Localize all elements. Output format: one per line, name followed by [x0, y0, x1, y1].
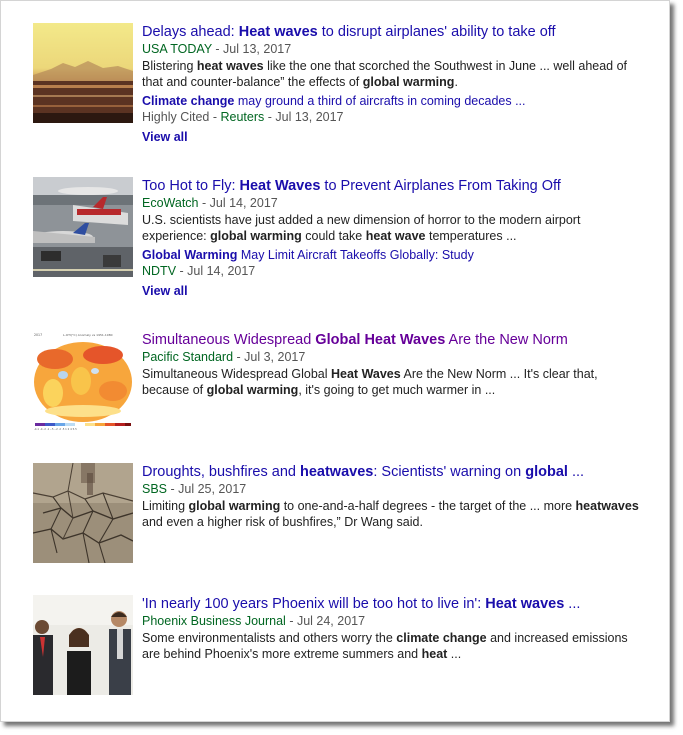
- related-article-link[interactable]: Climate change may ground a third of air…: [142, 93, 642, 109]
- text-run: May Limit Aircraft Takeoffs Globally: St…: [237, 248, 474, 262]
- text-run: to disrupt airplanes' ability to take of…: [317, 24, 556, 40]
- text-run: Limiting: [142, 499, 189, 513]
- related-date: - Jul 13, 2017: [264, 110, 344, 124]
- related-date: - Jul 14, 2017: [176, 264, 256, 278]
- text-run: ...: [447, 647, 462, 661]
- result-title-link[interactable]: Droughts, bushfires and heatwaves: Scien…: [142, 463, 642, 481]
- result-source: Phoenix Business Journal: [142, 614, 286, 628]
- people-group-photo-image[interactable]: [33, 595, 133, 695]
- highlighted-term: Heat Waves: [239, 178, 321, 194]
- news-result-body: Simultaneous Widespread Global Heat Wave…: [142, 331, 642, 398]
- news-result-body: Droughts, bushfires and heatwaves: Scien…: [142, 463, 642, 530]
- result-source: EcoWatch: [142, 196, 199, 210]
- related-article-meta: Highly Cited - Reuters - Jul 13, 2017: [142, 109, 642, 125]
- highlighted-term: heat waves: [196, 59, 264, 73]
- view-all-link[interactable]: View all: [142, 129, 188, 145]
- text-run: Too Hot to Fly:: [142, 178, 240, 194]
- result-date: - Jul 13, 2017: [211, 42, 292, 56]
- text-run: Are the New Norm: [445, 332, 568, 348]
- view-all-link[interactable]: View all: [142, 283, 188, 299]
- highlighted-term: Heat Waves: [331, 367, 401, 381]
- related-source: NDTV: [142, 264, 177, 278]
- result-title-link[interactable]: Delays ahead: Heat waves to disrupt airp…: [142, 23, 642, 41]
- news-results-panel: Delays ahead: Heat waves to disrupt airp…: [0, 0, 670, 722]
- highlighted-term: Global Warming: [142, 248, 238, 262]
- related-article-meta: NDTV - Jul 14, 2017: [142, 263, 642, 279]
- related-source: Reuters: [220, 110, 265, 124]
- result-title-link[interactable]: Too Hot to Fly: Heat Waves to Prevent Ai…: [142, 177, 642, 195]
- highlighted-term: climate change: [396, 631, 487, 645]
- highlighted-term: global warming: [206, 383, 299, 397]
- text-run: Simultaneous Widespread: [142, 332, 316, 348]
- text-run: ...: [567, 464, 585, 480]
- text-run: : Scientists' warning on: [373, 464, 526, 480]
- news-result-body: Delays ahead: Heat waves to disrupt airp…: [142, 23, 642, 146]
- highlighted-term: heatwaves: [299, 464, 374, 480]
- text-run: could take: [301, 229, 366, 243]
- result-date: - Jul 24, 2017: [285, 614, 366, 628]
- highlighted-term: heat wave: [365, 229, 426, 243]
- highlighted-term: global: [525, 464, 568, 480]
- news-result-body: 'In nearly 100 years Phoenix will be too…: [142, 595, 642, 662]
- result-snippet: Limiting global warming to one-and-a-hal…: [142, 498, 642, 530]
- related-article-link[interactable]: Global Warming May Limit Aircraft Takeof…: [142, 247, 642, 263]
- text-run: Simultaneous Widespread Global: [142, 367, 331, 381]
- map-header-label: L-OTI(°C) Anomaly vs 1951-1980: [63, 333, 113, 337]
- result-meta: EcoWatch - Jul 14, 2017: [142, 195, 642, 211]
- result-source: Pacific Standard: [142, 350, 234, 364]
- highlighted-term: heatwaves: [575, 499, 639, 513]
- result-meta: SBS - Jul 25, 2017: [142, 481, 642, 497]
- highlighted-term: heat: [421, 647, 448, 661]
- text-run: to Prevent Airplanes From Taking Off: [320, 178, 561, 194]
- text-run: may ground a third of aircrafts in comin…: [234, 94, 526, 108]
- map-year-label: 2017: [34, 333, 42, 337]
- highlighted-term: global warming: [362, 75, 455, 89]
- highlighted-term: global warming: [210, 229, 302, 243]
- result-meta: Phoenix Business Journal - Jul 24, 2017: [142, 613, 642, 629]
- desert-sunset-image[interactable]: [33, 23, 133, 123]
- text-run: ...: [564, 596, 581, 612]
- news-result-body: Too Hot to Fly: Heat Waves to Prevent Ai…: [142, 177, 642, 300]
- result-title-link[interactable]: Simultaneous Widespread Global Heat Wave…: [142, 331, 642, 349]
- temperature-anomaly-map-image[interactable]: 2017 L-OTI(°C) Anomaly vs 1951-1980 -4.1…: [33, 331, 133, 431]
- text-run: .: [454, 75, 458, 89]
- text-run: and even a higher risk of bushfires,” Dr…: [142, 515, 423, 529]
- result-date: - Jul 14, 2017: [198, 196, 278, 210]
- highlighted-term: Global Heat Waves: [315, 332, 446, 348]
- text-run: Delays ahead:: [142, 24, 239, 40]
- result-snippet: Blistering heat waves like the one that …: [142, 58, 642, 90]
- text-run: , it's going to get much warmer in ...: [298, 383, 496, 397]
- related-label: Highly Cited -: [142, 110, 221, 124]
- result-date: - Jul 3, 2017: [233, 350, 306, 364]
- result-date: - Jul 25, 2017: [167, 482, 247, 496]
- map-scale-label: -4.1 -4 -2 -1 -.5 -.2 .2 .5 1 2 4 5.5: [34, 427, 77, 431]
- highlighted-term: Climate change: [142, 94, 235, 108]
- cracked-earth-image[interactable]: [33, 463, 133, 563]
- result-source: USA TODAY: [142, 42, 212, 56]
- result-source: SBS: [142, 482, 168, 496]
- highlighted-term: Heat waves: [485, 596, 565, 612]
- text-run: Droughts, bushfires and: [142, 464, 300, 480]
- text-run: to one-and-a-half degrees - the target o…: [280, 499, 576, 513]
- airport-planes-image[interactable]: [33, 177, 133, 277]
- result-meta: USA TODAY - Jul 13, 2017: [142, 41, 642, 57]
- text-run: 'In nearly 100 years Phoenix will be too…: [142, 596, 486, 612]
- text-run: Some environmentalists and others worry …: [142, 631, 397, 645]
- text-run: temperatures ...: [425, 229, 517, 243]
- highlighted-term: Heat waves: [238, 24, 318, 40]
- result-snippet: U.S. scientists have just added a new di…: [142, 212, 642, 244]
- text-run: Blistering: [142, 59, 197, 73]
- result-snippet: Some environmentalists and others worry …: [142, 630, 642, 662]
- result-snippet: Simultaneous Widespread Global Heat Wave…: [142, 366, 642, 398]
- result-meta: Pacific Standard - Jul 3, 2017: [142, 349, 642, 365]
- result-title-link[interactable]: 'In nearly 100 years Phoenix will be too…: [142, 595, 642, 613]
- highlighted-term: global warming: [188, 499, 281, 513]
